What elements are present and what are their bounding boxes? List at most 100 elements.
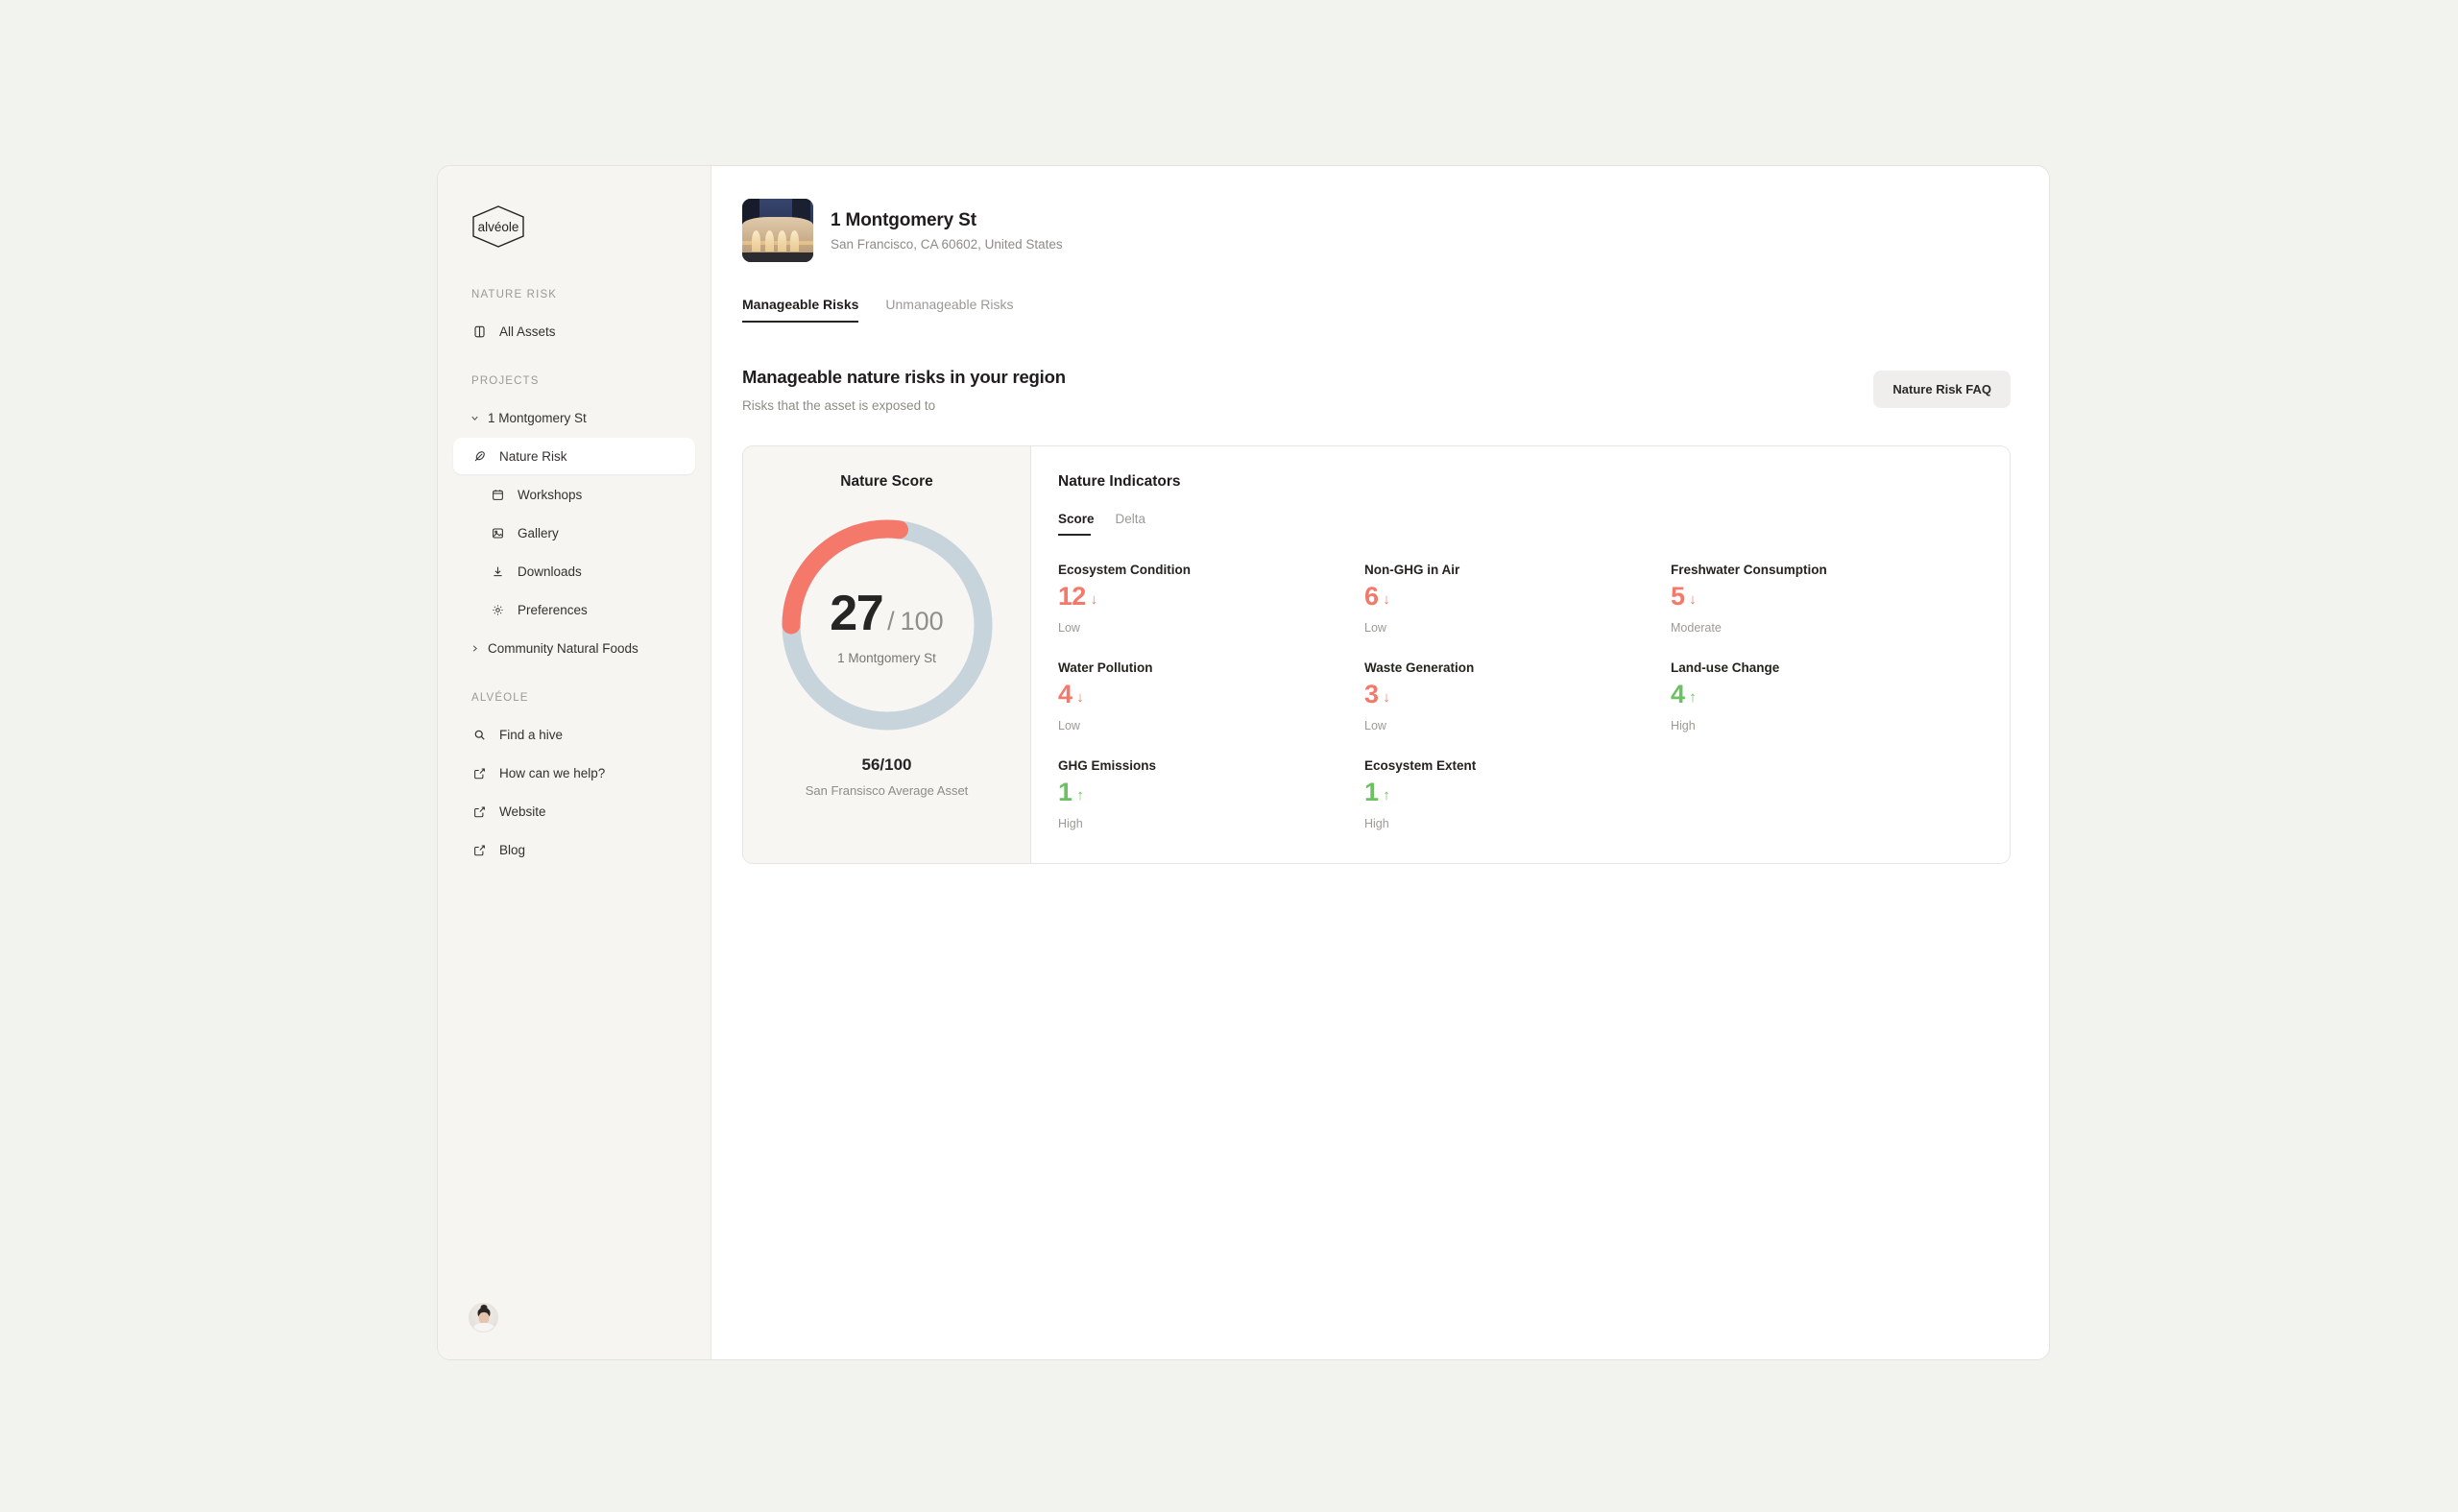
indicator-name: Water Pollution	[1058, 660, 1153, 675]
nav-section-projects: PROJECTS	[471, 375, 540, 387]
nature-score-panel: Nature Score 27 / 100 1 Montgomery St 56…	[743, 446, 1031, 863]
trend-arrow-icon: ↓	[1383, 591, 1390, 608]
brand-logo[interactable]: alvéole	[438, 195, 711, 264]
page-title: 1 Montgomery St	[831, 209, 976, 230]
sidebar-item-gallery[interactable]: Gallery	[453, 515, 695, 551]
cube-icon	[471, 324, 488, 340]
indicator-severity: Low	[1364, 719, 1386, 732]
nature-risk-faq-button[interactable]: Nature Risk FAQ	[1873, 371, 2011, 408]
sidebar-item-preferences[interactable]: Preferences	[453, 591, 695, 628]
tab-unmanageable-risks[interactable]: Unmanageable Risks	[885, 297, 1013, 323]
indicator-item: Water Pollution 4 ↓ Low	[1058, 660, 1364, 732]
indicator-value-row: 3 ↓	[1364, 682, 1671, 708]
indicator-name: Freshwater Consumption	[1671, 563, 1827, 577]
nav-section-alveole: ALVÉOLE	[471, 692, 529, 704]
external-link-icon	[471, 842, 488, 858]
tab-manageable-risks[interactable]: Manageable Risks	[742, 297, 859, 323]
main-content: 1 Montgomery St San Francisco, CA 60602,…	[711, 166, 2049, 1359]
sidebar-item-workshops[interactable]: Workshops	[453, 476, 695, 513]
indicator-value-row: 1 ↑	[1364, 780, 1671, 805]
indicator-value: 6	[1364, 582, 1379, 611]
indicator-name: Non-GHG in Air	[1364, 563, 1460, 577]
score-divider: /	[887, 607, 895, 636]
sidebar-group-1-montgomery-st[interactable]: 1 Montgomery St	[453, 399, 695, 436]
nature-score-title: Nature Score	[840, 473, 933, 490]
indicator-item: Non-GHG in Air 6 ↓ Low	[1364, 563, 1671, 635]
sidebar-item-label: Workshops	[518, 487, 583, 502]
sidebar-item-website[interactable]: Website	[453, 793, 695, 829]
nav-section-nature-risk: NATURE RISK	[471, 289, 558, 300]
trend-arrow-icon: ↑	[1383, 787, 1390, 804]
gear-icon	[490, 602, 506, 618]
svg-text:alvéole: alvéole	[478, 220, 519, 234]
avatar[interactable]	[469, 1303, 498, 1332]
trend-arrow-icon: ↓	[1383, 689, 1390, 706]
section-subtitle: Risks that the asset is exposed to	[742, 398, 936, 413]
indicator-value: 5	[1671, 582, 1685, 611]
tab-delta[interactable]: Delta	[1116, 512, 1146, 536]
sidebar-item-label: How can we help?	[499, 765, 606, 780]
download-icon	[490, 564, 506, 580]
calendar-icon	[490, 487, 506, 503]
indicator-item: Waste Generation 3 ↓ Low	[1364, 660, 1671, 732]
indicator-value: 12	[1058, 582, 1086, 611]
indicator-item: GHG Emissions 1 ↑ High	[1058, 758, 1364, 830]
trend-arrow-icon: ↑	[1076, 787, 1084, 804]
indicator-value-row: 4 ↓	[1058, 682, 1364, 708]
alveole-hexagon-logo: alvéole	[472, 205, 524, 248]
sidebar-item-label: Gallery	[518, 525, 559, 540]
indicator-value-row: 1 ↑	[1058, 780, 1364, 805]
indicator-severity: Moderate	[1671, 621, 1722, 635]
indicator-severity: Low	[1058, 621, 1080, 635]
indicator-name: GHG Emissions	[1058, 758, 1157, 773]
sidebar-item-label: Blog	[499, 842, 526, 857]
external-link-icon	[471, 804, 488, 820]
indicator-severity: Low	[1058, 719, 1080, 732]
sidebar-item-nature-risk[interactable]: Nature Risk	[453, 438, 695, 474]
sidebar-group-community-natural-foods[interactable]: Community Natural Foods	[453, 630, 695, 666]
external-link-icon	[471, 765, 488, 781]
indicator-value: 4	[1058, 680, 1072, 708]
sidebar-group-label: 1 Montgomery St	[488, 410, 587, 425]
sidebar-item-label: Find a hive	[499, 727, 564, 742]
indicator-name: Ecosystem Extent	[1364, 758, 1477, 773]
image-icon	[490, 525, 506, 541]
indicator-name: Waste Generation	[1364, 660, 1475, 675]
indicator-item: Ecosystem Condition 12 ↓ Low	[1058, 563, 1364, 635]
indicator-item: Land-use Change 4 ↑ High	[1671, 660, 1977, 732]
nature-indicators-panel: Nature Indicators Score Delta Ecosystem …	[1031, 446, 2010, 863]
chevron-down-icon	[465, 413, 484, 423]
sidebar-item-label: Preferences	[518, 602, 588, 617]
app-window: alvéole NATURE RISK All Assets PROJECTS …	[437, 165, 2050, 1360]
average-score-value: 56/100	[861, 756, 912, 774]
indicator-item: Freshwater Consumption 5 ↓ Moderate	[1671, 563, 1977, 635]
nature-indicators-title: Nature Indicators	[1058, 473, 1181, 490]
indicator-name: Ecosystem Condition	[1058, 563, 1192, 577]
sidebar-item-all-assets[interactable]: All Assets	[453, 313, 695, 349]
sidebar-item-label: Downloads	[518, 564, 582, 579]
sidebar-group-label: Community Natural Foods	[488, 640, 639, 656]
sidebar-item-blog[interactable]: Blog	[453, 831, 695, 868]
tab-score[interactable]: Score	[1058, 512, 1095, 536]
nature-score-value: 27	[830, 586, 883, 641]
indicator-value: 4	[1671, 680, 1685, 708]
indicator-item: Ecosystem Extent 1 ↑ High	[1364, 758, 1671, 830]
section-title: Manageable nature risks in your region	[742, 367, 1066, 387]
trend-arrow-icon: ↓	[1090, 591, 1097, 608]
indicator-severity: High	[1364, 817, 1389, 830]
indicator-severity: High	[1671, 719, 1696, 732]
average-score-label: San Fransisco Average Asset	[805, 783, 969, 798]
gauge-asset-label: 1 Montgomery St	[837, 651, 936, 665]
trend-arrow-icon: ↓	[1689, 591, 1697, 608]
sidebar-item-find-a-hive[interactable]: Find a hive	[453, 716, 695, 753]
section-header: Manageable nature risks in your region R…	[742, 367, 2011, 413]
indicator-value: 1	[1364, 778, 1379, 806]
indicator-value-row: 5 ↓	[1671, 584, 1977, 610]
sidebar-item-label: All Assets	[499, 324, 556, 339]
sidebar-item-how-can-we-help[interactable]: How can we help?	[453, 755, 695, 791]
indicator-severity: High	[1058, 817, 1083, 830]
indicator-value-row: 4 ↑	[1671, 682, 1977, 708]
trend-arrow-icon: ↑	[1689, 689, 1697, 706]
sidebar-item-downloads[interactable]: Downloads	[453, 553, 695, 589]
sidebar: alvéole NATURE RISK All Assets PROJECTS …	[438, 166, 711, 1359]
